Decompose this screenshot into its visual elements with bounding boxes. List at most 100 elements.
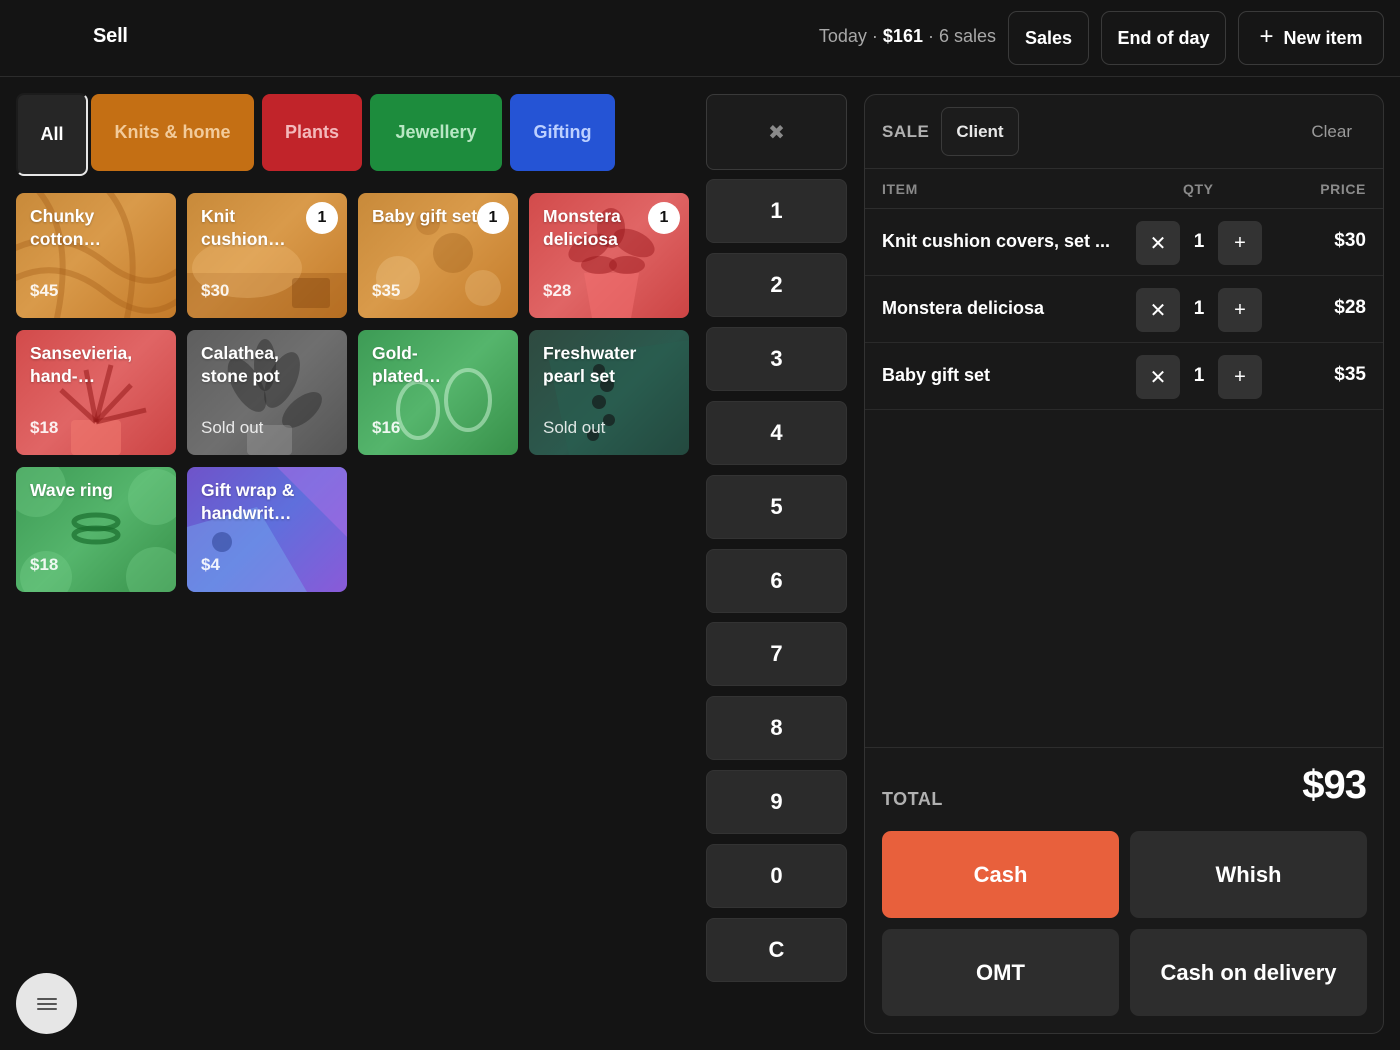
total-divider: [865, 747, 1383, 748]
product-tile[interactable]: Calathea, stone pot Sold out: [187, 330, 347, 455]
keypad-key-1[interactable]: 1: [706, 179, 847, 243]
line-item-name: Monstera deliciosa: [882, 298, 1045, 318]
column-price: PRICE: [1320, 181, 1366, 197]
keypad-key-4[interactable]: 4: [706, 401, 847, 465]
product-tile[interactable]: Gold-plated… $16: [358, 330, 518, 455]
category-gifting[interactable]: Gifting: [510, 94, 615, 171]
line-quantity: 1: [1193, 365, 1205, 386]
sales-button[interactable]: Sales: [1008, 11, 1089, 65]
product-price: $16: [372, 418, 401, 437]
client-button[interactable]: Client: [941, 107, 1019, 156]
product-name: Chunky cotton…: [30, 206, 101, 249]
category-jewellery[interactable]: Jewellery: [370, 94, 502, 171]
end-of-day-button[interactable]: End of day: [1101, 11, 1226, 65]
cart-count-badge: 1: [306, 202, 338, 234]
column-qty: QTY: [1183, 181, 1214, 197]
plus-icon: +: [1259, 23, 1274, 50]
top-bar: Sell Today · $161 · 6 sales Sales End of…: [0, 0, 1400, 77]
plus-icon: +: [1234, 365, 1246, 388]
category-plants[interactable]: Plants: [262, 94, 362, 171]
keypad-key-7[interactable]: 7: [706, 622, 847, 686]
product-name: Freshwater pearl set: [543, 343, 637, 386]
total-amount: $93: [1302, 763, 1367, 807]
product-tile[interactable]: Monstera deliciosa 1 $28: [529, 193, 689, 318]
sale-label: SALE: [882, 122, 930, 141]
plus-icon: +: [1234, 298, 1246, 321]
summary-suffix: · 6 sales: [922, 26, 996, 46]
increase-quantity-button[interactable]: +: [1218, 221, 1262, 265]
product-tile[interactable]: Knit cushion… 1 $30: [187, 193, 347, 318]
line-item-name: Baby gift set: [882, 365, 991, 385]
keypad-key-5[interactable]: 5: [706, 475, 847, 539]
product-name: Wave ring: [30, 480, 113, 500]
column-item: ITEM: [882, 181, 918, 197]
product-tile[interactable]: Freshwater pearl set Sold out: [529, 330, 689, 455]
product-tile[interactable]: Gift wrap & handwrit… $4: [187, 467, 347, 592]
product-price: $4: [201, 555, 220, 574]
keypad-key-3[interactable]: 3: [706, 327, 847, 391]
line-item-name: Knit cushion covers, set ...: [882, 231, 1111, 251]
product-price: $35: [372, 281, 401, 300]
sale-line: Monstera deliciosa ✕ 1 + $28: [865, 276, 1383, 343]
sale-panel: SALE Client Clear ITEM QTY PRICE Knit cu…: [864, 94, 1384, 1034]
menu-button[interactable]: [16, 973, 77, 1034]
page-title: Sell: [93, 25, 128, 47]
cart-count-badge: 1: [477, 202, 509, 234]
product-name: Sansevieria, hand-…: [30, 343, 133, 386]
keypad-key-0[interactable]: 0: [706, 844, 847, 908]
product-price: $28: [543, 281, 572, 300]
product-tile[interactable]: Chunky cotton… $45: [16, 193, 176, 318]
product-price: $45: [30, 281, 59, 300]
today-summary: Today · $161 · 6 sales: [819, 26, 996, 47]
keypad-key-9[interactable]: 9: [706, 770, 847, 834]
pay-cash-button[interactable]: Cash: [882, 831, 1119, 918]
line-quantity: 1: [1193, 231, 1205, 252]
line-price: $28: [1334, 297, 1366, 318]
keypad-clear-key[interactable]: C: [706, 918, 847, 982]
remove-item-button[interactable]: ✕: [1136, 221, 1180, 265]
sale-line: Knit cushion covers, set ... ✕ 1 + $30: [865, 209, 1383, 276]
product-name: Baby gift set: [372, 206, 478, 226]
keypad-key-8[interactable]: 8: [706, 696, 847, 760]
product-name: Monstera deliciosa: [543, 206, 621, 249]
category-all[interactable]: All: [16, 93, 88, 176]
keypad-key-2[interactable]: 2: [706, 253, 847, 317]
product-name: Calathea, stone pot: [201, 343, 280, 386]
hamburger-menu-icon: [36, 997, 57, 1010]
product-price: $18: [30, 418, 59, 437]
close-icon: ✕: [1149, 366, 1167, 389]
sale-column-headers: ITEM QTY PRICE: [865, 169, 1383, 209]
category-knits-home[interactable]: Knits & home: [91, 94, 254, 171]
backspace-x-icon: ✖: [768, 121, 785, 144]
keypad-backspace-button[interactable]: ✖: [706, 94, 847, 170]
remove-item-button[interactable]: ✕: [1136, 288, 1180, 332]
product-name: Gift wrap & handwrit…: [201, 480, 295, 523]
increase-quantity-button[interactable]: +: [1218, 355, 1262, 399]
plus-icon: +: [1234, 231, 1246, 254]
close-icon: ✕: [1149, 232, 1167, 255]
product-tile[interactable]: Wave ring $18: [16, 467, 176, 592]
keypad-key-6[interactable]: 6: [706, 549, 847, 613]
product-sold-out: Sold out: [543, 418, 606, 437]
sale-line: Baby gift set ✕ 1 + $35: [865, 343, 1383, 410]
cart-count-badge: 1: [648, 202, 680, 234]
pay-cash-on-delivery-button[interactable]: Cash on delivery: [1130, 929, 1367, 1016]
pay-omt-button[interactable]: OMT: [882, 929, 1119, 1016]
product-price: $30: [201, 281, 230, 300]
line-price: $30: [1334, 230, 1366, 251]
remove-item-button[interactable]: ✕: [1136, 355, 1180, 399]
today-total-amount: $161: [882, 26, 923, 46]
pay-whish-button[interactable]: Whish: [1130, 831, 1367, 918]
product-name: Gold-plated…: [372, 343, 442, 386]
product-name: Knit cushion…: [201, 206, 286, 249]
summary-prefix: Today ·: [818, 26, 883, 46]
clear-button[interactable]: Clear: [1311, 122, 1352, 142]
increase-quantity-button[interactable]: +: [1218, 288, 1262, 332]
product-sold-out: Sold out: [201, 418, 264, 437]
sale-header: SALE Client Clear: [865, 95, 1383, 169]
product-price: $18: [30, 555, 59, 574]
line-price: $35: [1334, 364, 1366, 385]
new-item-button[interactable]: + New item: [1238, 11, 1384, 65]
product-tile[interactable]: Baby gift set 1 $35: [358, 193, 518, 318]
product-tile[interactable]: Sansevieria, hand-… $18: [16, 330, 176, 455]
